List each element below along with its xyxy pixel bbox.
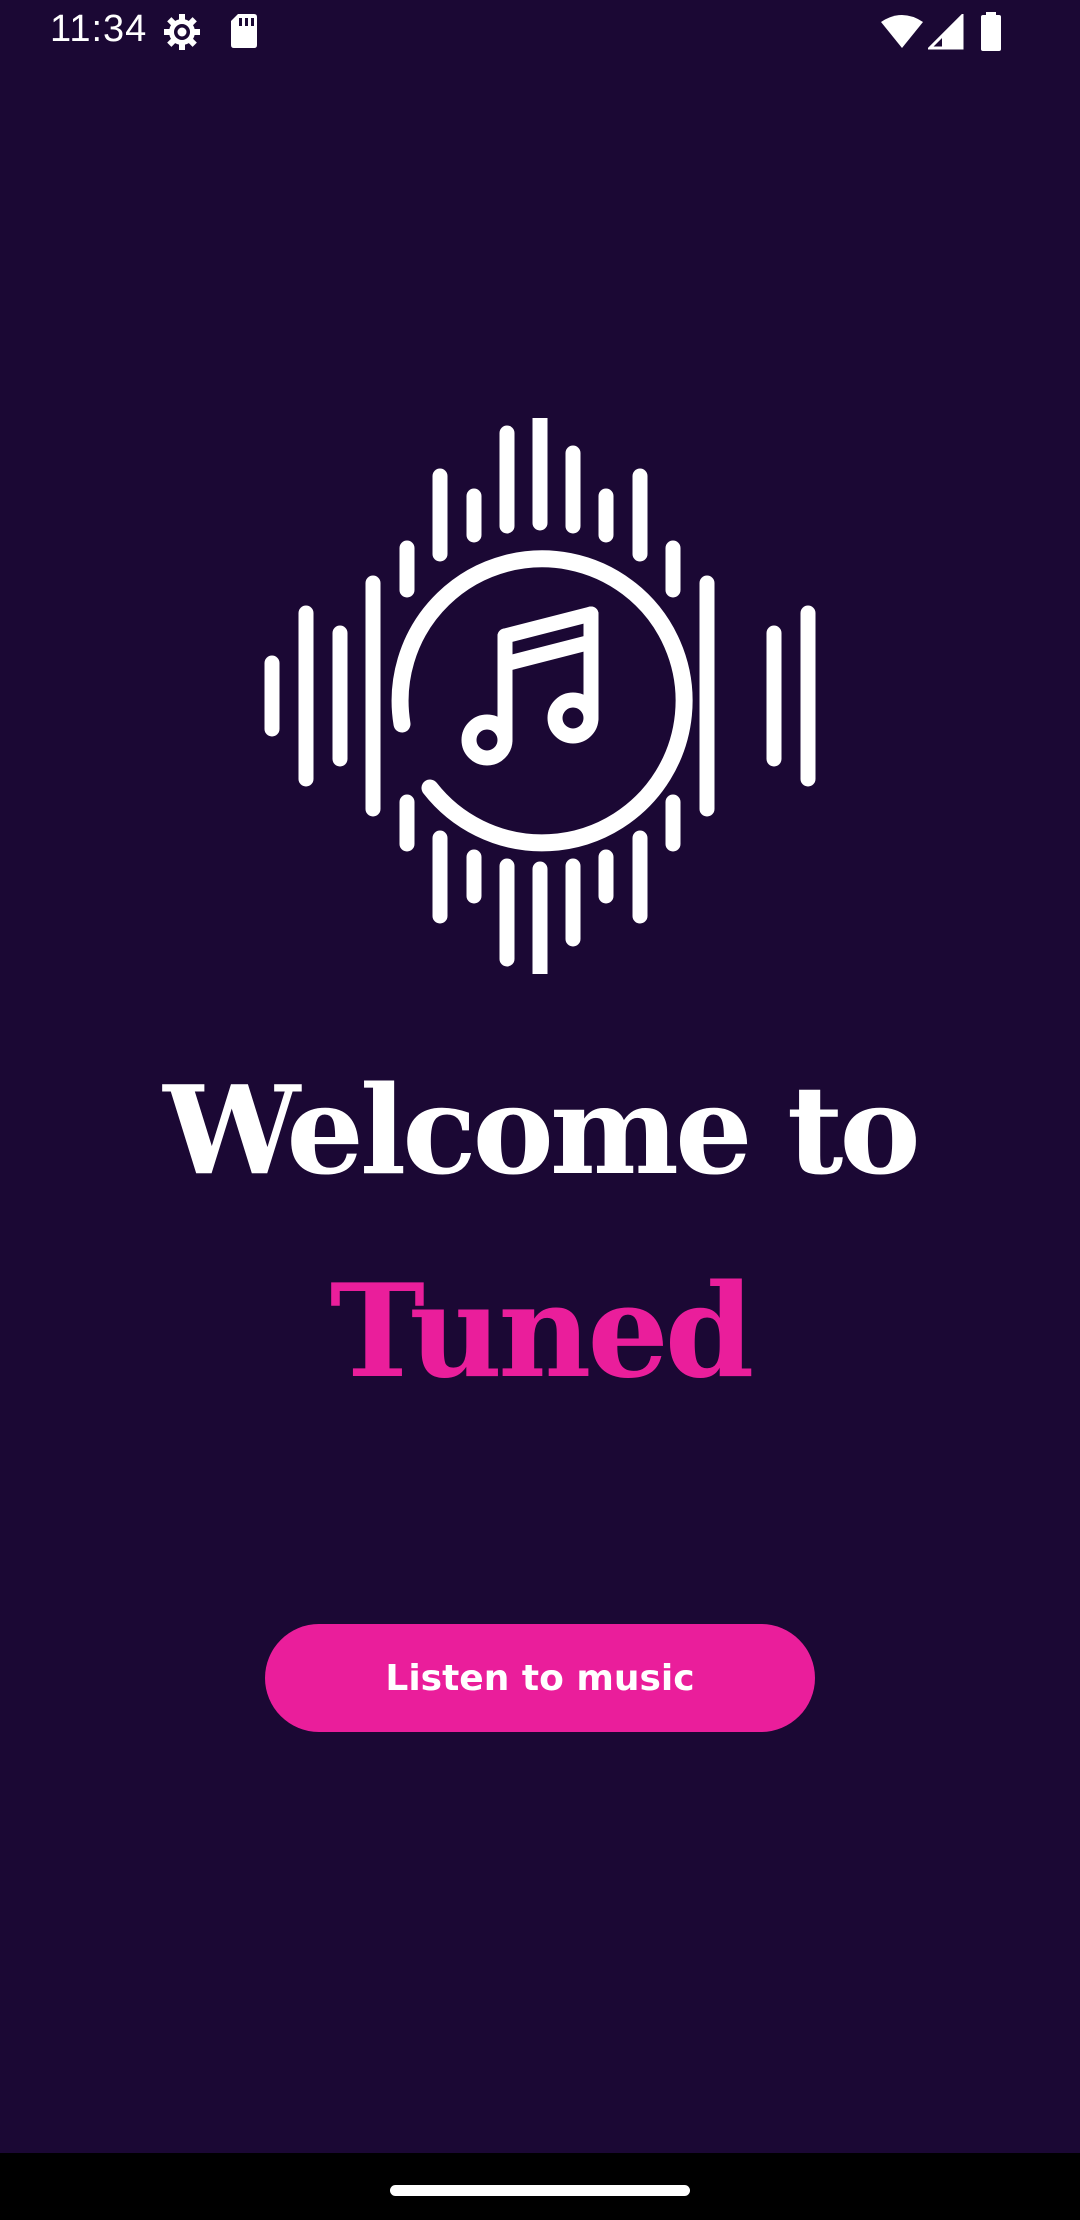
settings-gear-icon xyxy=(162,12,202,57)
status-bar: 11:34 xyxy=(0,0,1080,66)
cell-signal-icon xyxy=(926,12,964,55)
home-gesture-handle[interactable] xyxy=(390,2185,690,2196)
wifi-icon xyxy=(880,14,924,55)
status-time: 11:34 xyxy=(50,8,148,50)
brand-name: Tuned xyxy=(329,1257,755,1407)
listen-to-music-label: Listen to music xyxy=(385,1657,695,1699)
music-note-soundwave-logo-icon xyxy=(262,410,850,982)
listen-to-music-button[interactable]: Listen to music xyxy=(265,1624,815,1732)
battery-icon xyxy=(980,12,1002,57)
welcome-heading: Welcome to xyxy=(163,1058,921,1202)
welcome-screen: 11:34 Welcome to Tuned Listen to music xyxy=(0,0,1080,2220)
sd-card-icon xyxy=(230,12,258,55)
system-navigation-bar xyxy=(0,2153,1080,2220)
